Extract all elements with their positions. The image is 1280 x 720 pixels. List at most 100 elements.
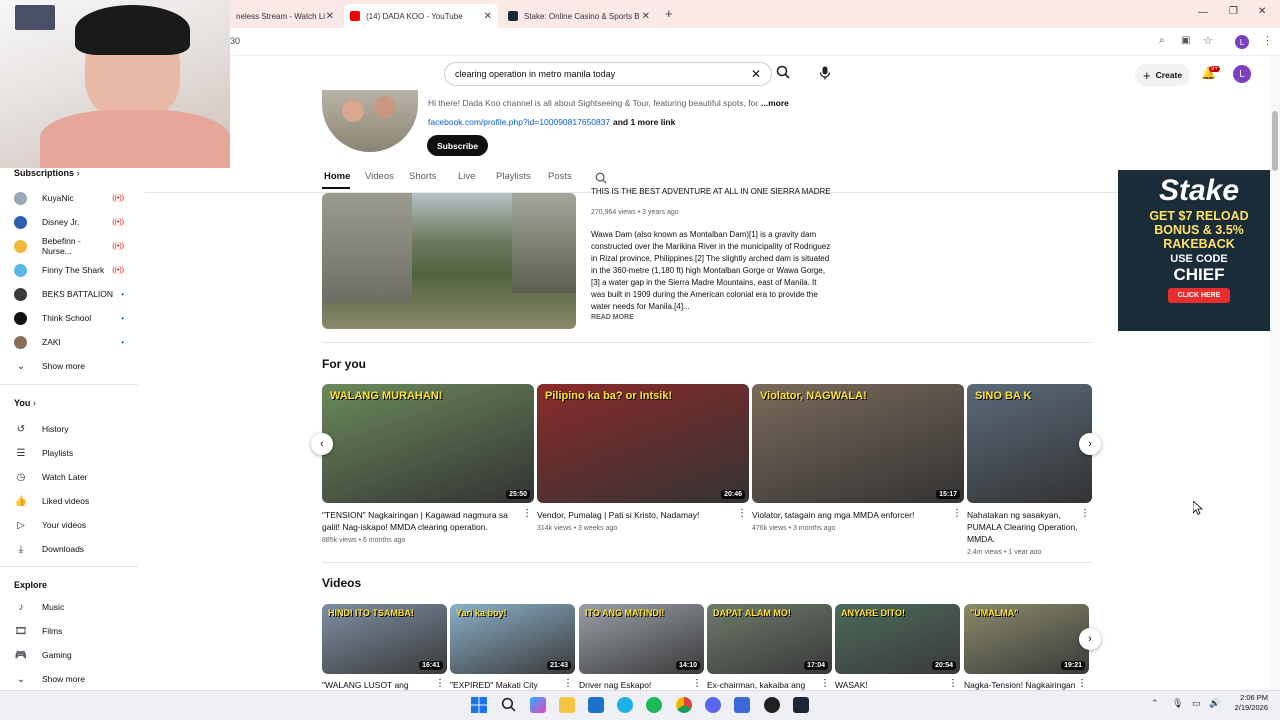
video-thumbnail[interactable]: WALANG MURAHAN! 25:50	[322, 384, 534, 503]
featured-video-thumbnail[interactable]	[322, 193, 576, 329]
sidebar-item-your-videos[interactable]: ▷ Your videos	[14, 515, 124, 535]
video-card[interactable]: WALANG MURAHAN! 25:50 "TENSION" Nagkairing…	[322, 384, 534, 554]
more-options-icon[interactable]: ⋮	[1080, 508, 1090, 519]
tab-playlists[interactable]: Playlists	[496, 171, 531, 182]
read-more-link[interactable]: READ MORE	[591, 314, 634, 321]
discord-icon[interactable]	[705, 697, 721, 713]
video-thumbnail[interactable]: Yari ka boy! 21:43	[450, 604, 575, 674]
more-options-icon[interactable]: ⋮	[522, 508, 532, 519]
zoom-icon[interactable]: ⌕	[1159, 35, 1165, 46]
tray-chevron-icon[interactable]: ⌃	[1151, 698, 1159, 709]
chrome-icon[interactable]	[676, 697, 692, 713]
user-avatar[interactable]: L	[1233, 65, 1251, 83]
more-options-icon[interactable]: ⋮	[435, 678, 445, 689]
obs-icon[interactable]	[764, 697, 780, 713]
steam-icon[interactable]	[793, 697, 809, 713]
sidebar-item-playlists[interactable]: ☰ Playlists	[14, 443, 124, 463]
sidebar-item-films[interactable]: 🎞 Films	[14, 621, 124, 641]
you-heading[interactable]: You ›	[14, 398, 36, 408]
sidebar-item-downloads[interactable]: ⤓ Downloads	[14, 539, 124, 559]
notepad-icon[interactable]	[734, 697, 750, 713]
video-card[interactable]: Violator, NAGWALA! 15:17 Violator, tatagai…	[752, 384, 964, 554]
more-options-icon[interactable]: ⋮	[563, 678, 573, 689]
sidebar-subscription-item[interactable]: Bebefinn - Nurse... ((•))	[14, 236, 124, 256]
channel-avatar[interactable]	[322, 90, 418, 152]
stake-ad-banner[interactable]: Stake GET $7 RELOAD BONUS & 3.5% RAKEBAC…	[1118, 170, 1280, 331]
video-card[interactable]: ANYARE DITO! 20:54 WASAK! ⋮	[835, 604, 960, 690]
taskbar-clock[interactable]: 2:06 PM 2/19/2026	[1226, 693, 1268, 713]
sidebar-item-watch-later[interactable]: ◷ Watch Later	[14, 467, 124, 487]
description-more-link[interactable]: ...more	[761, 98, 789, 108]
video-title[interactable]: Nahatakan ng sasakyan, PUMALA Clearing O…	[967, 509, 1078, 545]
show-more-explore[interactable]: ⌄ Show more	[14, 669, 124, 689]
video-thumbnail[interactable]: ITO ANG MATINDI! 14:10	[579, 604, 704, 674]
carousel-next-button[interactable]: ›	[1079, 433, 1101, 455]
sidebar-subscription-item[interactable]: Disney Jr. ((•))	[14, 212, 124, 232]
video-card[interactable]: Pilipino ka ba? or Intsik! 20:46 Vendor, P…	[537, 384, 749, 554]
video-card[interactable]: SINO BA K Nahatakan ng sasakyan, PUMALA C…	[967, 384, 1092, 554]
page-scrollbar[interactable]	[1270, 56, 1280, 690]
sidebar-item-history[interactable]: ↺ History	[14, 419, 124, 439]
featured-video-title[interactable]: THIS IS THE BEST ADVENTURE AT ALL IN ONE…	[591, 187, 831, 196]
clear-search-icon[interactable]: ✕	[751, 67, 761, 81]
tab-videos[interactable]: Videos	[365, 171, 394, 182]
tab-live[interactable]: Live	[458, 171, 475, 182]
carousel-prev-button[interactable]: ‹	[311, 433, 333, 455]
more-options-icon[interactable]: ⋮	[948, 678, 958, 689]
video-thumbnail[interactable]: SINO BA K	[967, 384, 1092, 503]
more-options-icon[interactable]: ⋮	[952, 508, 962, 519]
video-thumbnail[interactable]: Violator, NAGWALA! 15:17	[752, 384, 964, 503]
profile-avatar[interactable]: L	[1235, 35, 1249, 49]
tab-shorts[interactable]: Shorts	[409, 171, 436, 182]
more-options-icon[interactable]: ⋮	[692, 678, 702, 689]
url-text[interactable]: 30	[230, 36, 240, 46]
cast-icon[interactable]: ▣	[1181, 35, 1190, 46]
browser-tab-stake[interactable]: Stake: Online Casino & Sports B ✕	[502, 4, 656, 28]
minimize-icon[interactable]: —	[1198, 7, 1208, 18]
video-thumbnail[interactable]: Pilipino ka ba? or Intsik! 20:46	[537, 384, 749, 503]
video-card[interactable]: ITO ANG MATINDI! 14:10 Driver nag Eskapo! ⋮	[579, 604, 704, 690]
store-icon[interactable]	[588, 697, 604, 713]
create-button[interactable]: + Create	[1135, 64, 1191, 86]
search-icon[interactable]	[776, 65, 790, 82]
video-title[interactable]: Vendor, Pumalag | Pati si Kristo, Nadama…	[537, 509, 735, 521]
facebook-link[interactable]: facebook.com/profile.php?id=100090817650…	[428, 117, 610, 127]
network-icon[interactable]: ▭	[1192, 698, 1201, 709]
sidebar-subscription-item[interactable]: KuyaNic ((•))	[14, 188, 124, 208]
sidebar-item-gaming[interactable]: 🎮 Gaming	[14, 645, 124, 665]
video-title[interactable]: "WALANG LUSOT ang	[322, 679, 434, 690]
bookmark-star-icon[interactable]: ☆	[1203, 34, 1213, 47]
window-close-icon[interactable]: ✕	[1258, 6, 1266, 17]
restore-icon[interactable]: ❐	[1229, 6, 1238, 17]
tab-posts[interactable]: Posts	[548, 171, 572, 182]
taskbar-search-icon[interactable]	[501, 697, 516, 717]
video-thumbnail[interactable]: "UMALMA" 19:21	[964, 604, 1089, 674]
video-title[interactable]: Driver nag Eskapo!	[579, 679, 691, 690]
close-icon[interactable]: ✕	[484, 11, 492, 22]
new-tab-icon[interactable]: +	[665, 6, 673, 21]
show-more-subscriptions[interactable]: ⌄ Show more	[14, 356, 124, 376]
video-thumbnail[interactable]: ANYARE DITO! 20:54	[835, 604, 960, 674]
search-input[interactable]: clearing operation in metro manila today…	[444, 62, 772, 86]
close-icon[interactable]: ✕	[642, 11, 650, 22]
video-title[interactable]: "EXPIRED" Makati City	[450, 679, 562, 690]
more-links[interactable]: and 1 more link	[613, 117, 675, 127]
more-options-icon[interactable]: ⋮	[737, 508, 747, 519]
spotify-icon[interactable]	[646, 697, 662, 713]
volume-icon[interactable]: 🔊	[1209, 698, 1220, 709]
video-title[interactable]: Nagka-Tension! Nagkairingan	[964, 679, 1076, 690]
close-icon[interactable]: ✕	[326, 11, 334, 22]
video-card[interactable]: Yari ka boy! 21:43 "EXPIRED" Makati City ⋮	[450, 604, 575, 690]
video-title[interactable]: Violator, tatagain ang mga MMDA enforcer…	[752, 509, 950, 521]
menu-dots-icon[interactable]: ⋮	[1262, 34, 1273, 47]
sidebar-subscription-item[interactable]: ZAKI •	[14, 332, 124, 352]
video-card[interactable]: DAPAT ALAM MO! 17:04 Ex-chairman, kakaiba …	[707, 604, 832, 690]
windows-start-icon[interactable]	[471, 697, 487, 713]
sidebar-item-music[interactable]: ♪ Music	[14, 597, 124, 617]
video-title[interactable]: Ex-chairman, kakaiba ang	[707, 679, 819, 690]
sidebar-subscription-item[interactable]: BEKS BATTALION •	[14, 284, 124, 304]
microphone-icon[interactable]	[819, 66, 831, 85]
sidebar-subscription-item[interactable]: Finny The Shark ((•))	[14, 260, 124, 280]
video-title[interactable]: "TENSION" Nagkairingan | Kagawad nagmura…	[322, 509, 520, 533]
video-thumbnail[interactable]: DAPAT ALAM MO! 17:04	[707, 604, 832, 674]
